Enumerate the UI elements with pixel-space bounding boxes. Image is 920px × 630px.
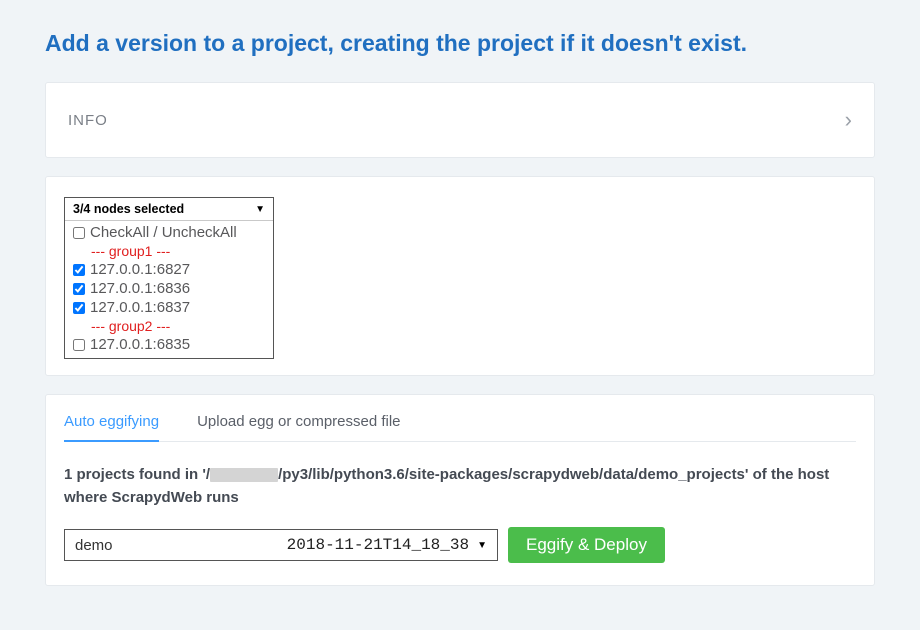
node-selector: 3/4 nodes selected ▼ CheckAll / UncheckA… — [64, 197, 274, 359]
tabs: Auto eggifying Upload egg or compressed … — [64, 413, 856, 442]
caret-down-icon: ▼ — [477, 540, 487, 551]
node-selector-dropdown[interactable]: 3/4 nodes selected ▼ — [65, 198, 273, 221]
deploy-row: demo 2018-11-21T14_18_38 ▼ Eggify & Depl… — [64, 527, 856, 563]
node-item[interactable]: 127.0.0.1:6836 — [73, 279, 265, 298]
node-label: 127.0.0.1:6837 — [90, 299, 190, 316]
redacted-path — [210, 468, 278, 482]
group-label: --- group2 --- — [73, 317, 265, 335]
node-summary: 3/4 nodes selected — [73, 202, 184, 216]
info-panel[interactable]: INFO › — [45, 82, 875, 158]
project-version-select[interactable]: demo 2018-11-21T14_18_38 ▼ — [64, 529, 498, 561]
projects-found-text: 1 projects found in '//py3/lib/python3.6… — [64, 464, 856, 509]
version-value: 2018-11-21T14_18_38 — [287, 536, 469, 554]
node-label: 127.0.0.1:6835 — [90, 336, 190, 353]
nodes-panel: 3/4 nodes selected ▼ CheckAll / UncheckA… — [45, 176, 875, 376]
node-checkbox[interactable] — [73, 302, 85, 314]
check-all-checkbox[interactable] — [73, 227, 85, 239]
node-item[interactable]: 127.0.0.1:6835 — [73, 335, 265, 354]
tab-auto-eggifying[interactable]: Auto eggifying — [64, 413, 159, 442]
chevron-right-icon: › — [845, 107, 852, 133]
node-checkbox[interactable] — [73, 264, 85, 276]
node-list: CheckAll / UncheckAll --- group1 --- 127… — [65, 221, 273, 358]
info-label: INFO — [68, 112, 108, 129]
check-all-row[interactable]: CheckAll / UncheckAll — [73, 223, 265, 242]
node-checkbox[interactable] — [73, 283, 85, 295]
tab-upload-egg[interactable]: Upload egg or compressed file — [197, 413, 400, 441]
node-label: 127.0.0.1:6836 — [90, 280, 190, 297]
eggify-deploy-button[interactable]: Eggify & Deploy — [508, 527, 665, 563]
node-item[interactable]: 127.0.0.1:6827 — [73, 260, 265, 279]
node-item[interactable]: 127.0.0.1:6837 — [73, 298, 265, 317]
projects-found-prefix: 1 projects found in '/ — [64, 466, 210, 483]
node-label: 127.0.0.1:6827 — [90, 261, 190, 278]
group-label: --- group1 --- — [73, 242, 265, 260]
caret-down-icon: ▼ — [255, 204, 265, 215]
page-title: Add a version to a project, creating the… — [45, 30, 875, 57]
check-all-label: CheckAll / UncheckAll — [90, 224, 237, 241]
deploy-panel: Auto eggifying Upload egg or compressed … — [45, 394, 875, 586]
project-name: demo — [75, 537, 287, 554]
node-checkbox[interactable] — [73, 339, 85, 351]
